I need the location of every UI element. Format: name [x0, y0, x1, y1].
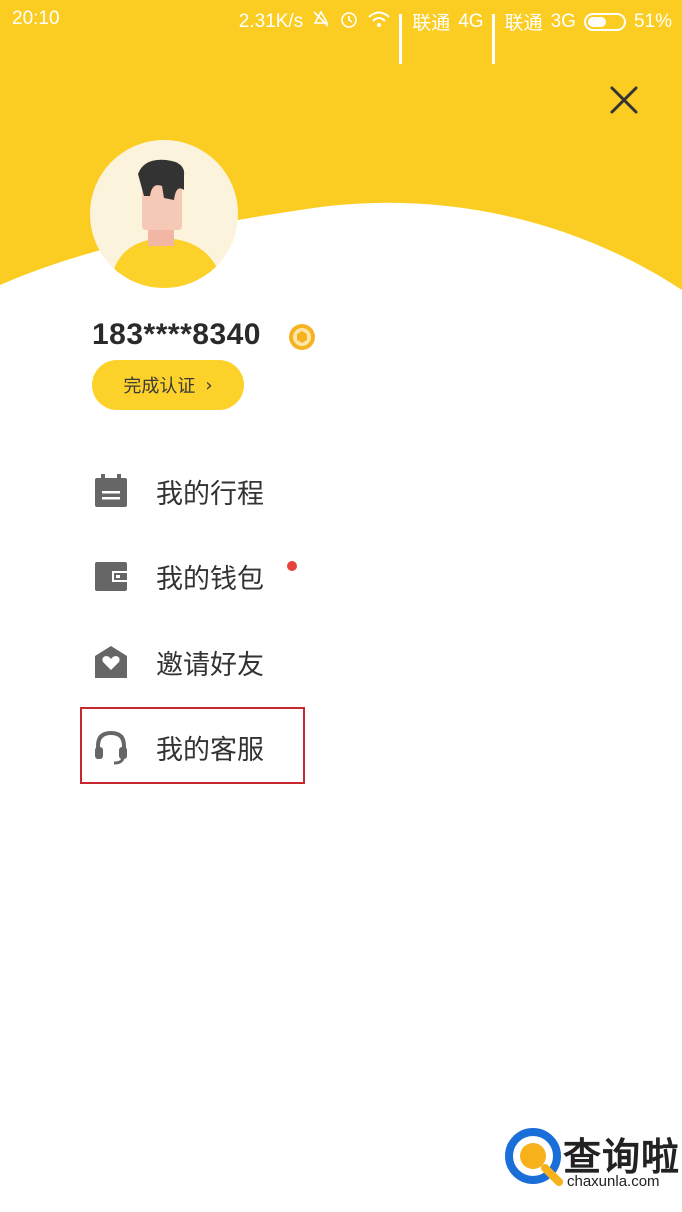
highlight-box: [80, 707, 305, 784]
verify-identity-button[interactable]: 完成认证 ›: [92, 360, 244, 410]
close-icon: [610, 86, 638, 114]
menu-item-trips[interactable]: 我的行程: [92, 466, 264, 516]
carrier-2: 联通: [504, 13, 543, 34]
invite-heart-icon: [92, 643, 130, 681]
wifi-icon: [367, 9, 391, 35]
phone-number: 183****8340: [92, 318, 261, 351]
header-background: [0, 0, 682, 290]
verify-label: 完成认证: [123, 376, 196, 397]
signal-2-icon: [491, 13, 495, 64]
avatar[interactable]: [90, 140, 238, 288]
chevron-right-icon: ›: [205, 374, 213, 396]
network-type-1: 4G: [458, 10, 484, 32]
status-right-group: 2.31K/s 联通 4G 联通 3G 51%: [238, 8, 672, 64]
watermark-logo-icon: [505, 1128, 563, 1186]
watermark: 查询啦 chaxunla.com: [505, 1126, 680, 1196]
menu-label-trips: 我的行程: [156, 478, 264, 510]
menu-label-invite: 邀请好友: [156, 649, 264, 681]
calendar-icon: [92, 472, 130, 510]
watermark-text-en: chaxunla.com: [567, 1173, 660, 1190]
user-avatar-illustration: [90, 140, 238, 288]
carrier-1: 联通: [412, 13, 451, 34]
vip-badge-icon: [288, 323, 316, 351]
menu-item-invite[interactable]: 邀请好友: [92, 637, 264, 687]
battery-level: 51%: [633, 10, 672, 32]
status-time: 20:10: [12, 8, 60, 29]
status-bar: 20:10 2.31K/s 联通 4G 联通 3G 51%: [0, 0, 682, 64]
menu-label-wallet: 我的钱包: [156, 563, 264, 595]
network-speed: 2.31K/s: [238, 10, 304, 32]
close-button[interactable]: [602, 80, 646, 124]
network-type-2: 3G: [550, 10, 576, 32]
battery-icon: [583, 12, 626, 31]
mute-icon: [311, 9, 331, 35]
notification-dot: [287, 561, 297, 571]
signal-1-icon: [399, 13, 403, 64]
wallet-icon: [92, 557, 130, 595]
alarm-icon: [339, 9, 359, 35]
menu-item-wallet[interactable]: 我的钱包: [92, 551, 297, 601]
